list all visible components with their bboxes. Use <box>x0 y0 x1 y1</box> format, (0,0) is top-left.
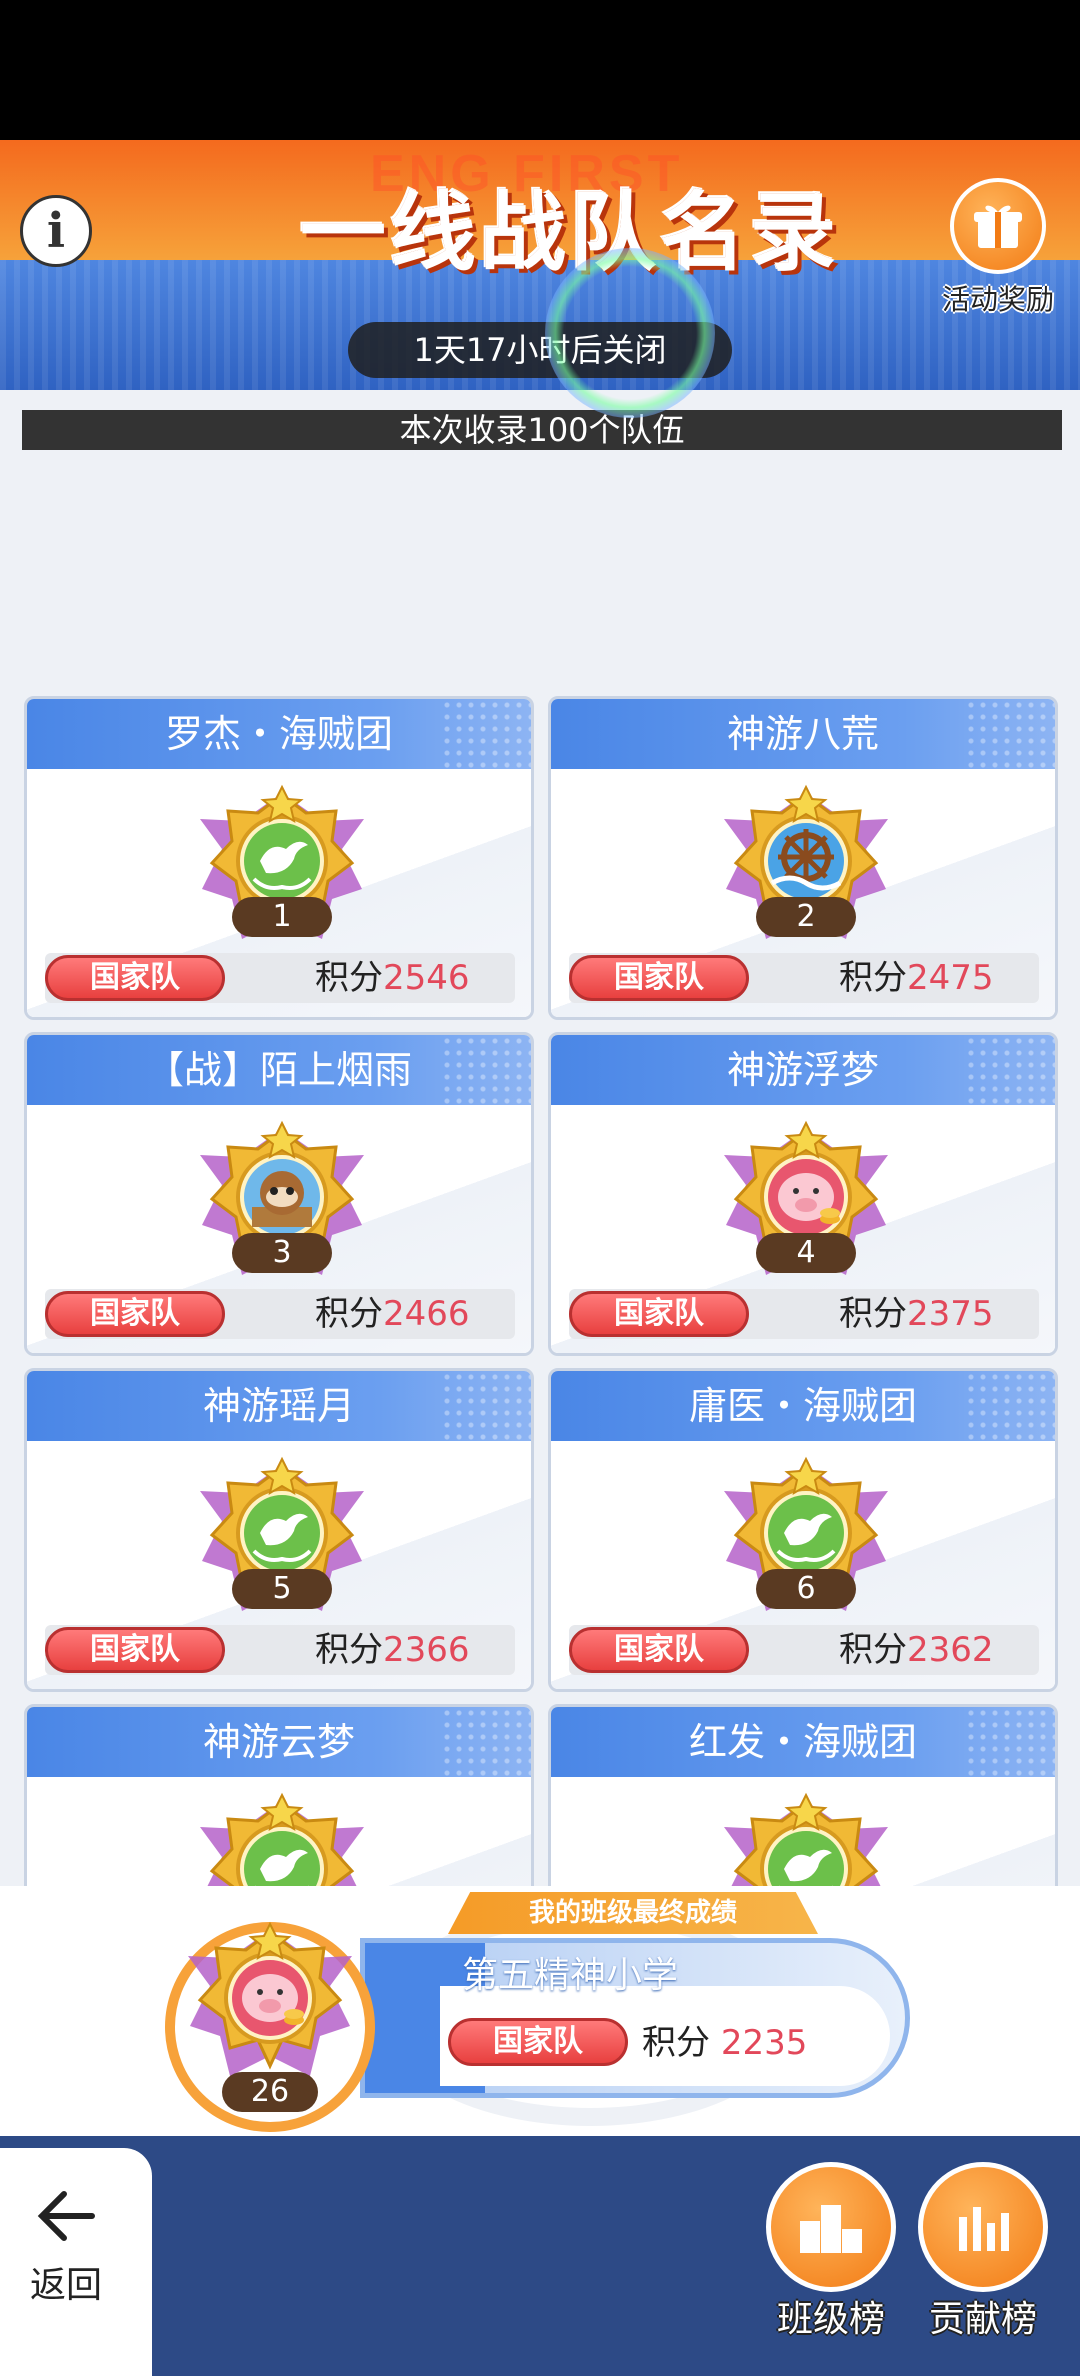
pig-emblem-icon <box>170 1916 370 2096</box>
back-button[interactable]: 返回 <box>0 2148 152 2376</box>
page-title: 一线战队名录 <box>300 183 840 283</box>
back-label: 返回 <box>30 2265 103 2306</box>
team-score: 积分2466 <box>315 1289 470 1339</box>
score-label: 积分 <box>315 1630 383 1670</box>
team-name: 神游云梦 <box>202 1720 355 1764</box>
activity-reward-label: 活动奖励 <box>941 283 1054 316</box>
team-rank: 1 <box>232 897 332 937</box>
team-score-row: 国家队 积分2366 <box>45 1625 515 1675</box>
my-class-banner: 我的班级最终成绩 <box>448 1892 818 1934</box>
bar-chart-icon <box>918 2162 1048 2292</box>
score-value: 2466 <box>383 1294 470 1334</box>
my-class-rank: 26 <box>222 2072 318 2112</box>
team-rank: 3 <box>232 1233 332 1273</box>
bottom-bar: 返回 班级榜 贡献榜 <box>0 2136 1080 2376</box>
team-score-row: 国家队 积分2362 <box>569 1625 1039 1675</box>
team-name: 红发・海贼团 <box>688 1720 917 1764</box>
score-value: 2546 <box>383 958 470 998</box>
team-score: 积分2375 <box>839 1289 994 1339</box>
team-card[interactable]: 庸医・海贼团 6 国家队 积分2362 <box>548 1368 1058 1692</box>
podium-icon <box>766 2162 896 2292</box>
team-card[interactable]: 罗杰・海贼团 1 国家队 积分2546 <box>24 696 534 1020</box>
screen: i ENG FIRST 一线战队名录 活动奖励 1天17小时后关闭 本次收录10… <box>0 0 1080 2376</box>
score-value: 2475 <box>907 958 994 998</box>
raccoon-emblem-icon: 3 <box>182 1115 382 1295</box>
team-name: 【战】陌上烟雨 <box>145 1048 412 1092</box>
team-rank: 5 <box>232 1569 332 1609</box>
header: i ENG FIRST 一线战队名录 活动奖励 1天17小时后关闭 <box>0 140 1080 418</box>
score-label: 积分 <box>315 1294 383 1334</box>
team-card-body: 7国家队积分 <box>27 1777 531 1886</box>
team-card-body: 6 国家队 积分2362 <box>551 1441 1055 1689</box>
team-card[interactable]: 神游浮梦 4 国家队 积分2375 <box>548 1032 1058 1356</box>
team-score-row: 国家队 积分2375 <box>569 1289 1039 1339</box>
score-value: 2366 <box>383 1630 470 1670</box>
team-score-row: 国家队 积分2475 <box>569 953 1039 1003</box>
my-class-score: 积分 2235 <box>642 2016 807 2070</box>
dove-emblem-icon: 7 <box>182 1787 382 1886</box>
pig-emblem-icon: 4 <box>706 1115 906 1295</box>
sparkle-effect <box>545 248 715 418</box>
team-grid[interactable]: 罗杰・海贼团 1 国家队 积分2546 神游八荒 2 国家队 积分2475 【战】陌上烟雨 3 国家… <box>24 696 1060 1886</box>
team-card[interactable]: 红发・海贼团 8国家队积分 <box>548 1704 1058 1886</box>
team-card[interactable]: 神游云梦 7国家队积分 <box>24 1704 534 1886</box>
team-name: 庸医・海贼团 <box>688 1384 917 1428</box>
app-root: i ENG FIRST 一线战队名录 活动奖励 1天17小时后关闭 本次收录10… <box>0 140 1080 2376</box>
score-label: 积分 <box>839 958 907 998</box>
class-rank-button[interactable]: 班级榜 <box>766 2162 896 2362</box>
team-card-body: 5 国家队 积分2366 <box>27 1441 531 1689</box>
gift-icon <box>950 178 1046 274</box>
team-card[interactable]: 【战】陌上烟雨 3 国家队 积分2466 <box>24 1032 534 1356</box>
score-value: 2375 <box>907 1294 994 1334</box>
my-score-label: 积分 <box>642 2023 710 2063</box>
team-tag: 国家队 <box>45 955 225 1001</box>
team-score: 积分2366 <box>315 1625 470 1675</box>
contribution-rank-label: 贡献榜 <box>928 2299 1037 2340</box>
info-button[interactable]: i <box>20 195 92 267</box>
team-card-body: 1 国家队 积分2546 <box>27 769 531 1017</box>
activity-reward-button[interactable]: 活动奖励 <box>928 178 1068 316</box>
team-card-body: 4 国家队 积分2375 <box>551 1105 1055 1353</box>
team-tag: 国家队 <box>569 955 749 1001</box>
team-score-row: 国家队 积分2466 <box>45 1289 515 1339</box>
team-card-body: 8国家队积分 <box>551 1777 1055 1886</box>
score-value: 2362 <box>907 1630 994 1670</box>
contribution-rank-button[interactable]: 贡献榜 <box>918 2162 1048 2362</box>
my-class-team-tag: 国家队 <box>448 2018 628 2066</box>
info-icon: i <box>46 203 66 259</box>
team-tag: 国家队 <box>569 1291 749 1337</box>
team-name: 神游八荒 <box>726 712 879 756</box>
team-score: 积分2362 <box>839 1625 994 1675</box>
team-card-body: 3 国家队 积分2466 <box>27 1105 531 1353</box>
team-tag: 国家队 <box>45 1291 225 1337</box>
team-card-body: 2 国家队 积分2475 <box>551 769 1055 1017</box>
score-label: 积分 <box>839 1630 907 1670</box>
team-card[interactable]: 神游瑶月 5 国家队 积分2366 <box>24 1368 534 1692</box>
helm-emblem-icon: 2 <box>706 779 906 959</box>
my-score-value: 2235 <box>720 2023 808 2063</box>
team-rank: 4 <box>756 1233 856 1273</box>
team-name: 神游浮梦 <box>726 1048 879 1092</box>
team-name: 罗杰・海贼团 <box>164 712 393 756</box>
team-score-row: 国家队 积分2546 <box>45 953 515 1003</box>
team-rank: 6 <box>756 1569 856 1609</box>
notice-bar: 本次收录100个队伍 <box>22 410 1062 450</box>
team-tag: 国家队 <box>569 1627 749 1673</box>
dove-emblem-icon: 1 <box>182 779 382 959</box>
my-class-panel: 我的班级最终成绩 第五精神小学 国家队 积分 2235 26 <box>0 1886 1080 2136</box>
team-tag: 国家队 <box>45 1627 225 1673</box>
my-class-name: 第五精神小学 <box>462 1955 679 1996</box>
back-arrow-icon <box>36 2188 96 2254</box>
team-score: 积分2546 <box>315 953 470 1003</box>
class-rank-label: 班级榜 <box>776 2299 885 2340</box>
score-label: 积分 <box>315 958 383 998</box>
dove-emblem-icon: 6 <box>706 1451 906 1631</box>
team-score: 积分2475 <box>839 953 994 1003</box>
dove-emblem-icon: 5 <box>182 1451 382 1631</box>
score-label: 积分 <box>839 1294 907 1334</box>
team-card[interactable]: 神游八荒 2 国家队 积分2475 <box>548 696 1058 1020</box>
team-name: 神游瑶月 <box>202 1384 355 1428</box>
dove-emblem-icon: 8 <box>706 1787 906 1886</box>
team-rank: 2 <box>756 897 856 937</box>
